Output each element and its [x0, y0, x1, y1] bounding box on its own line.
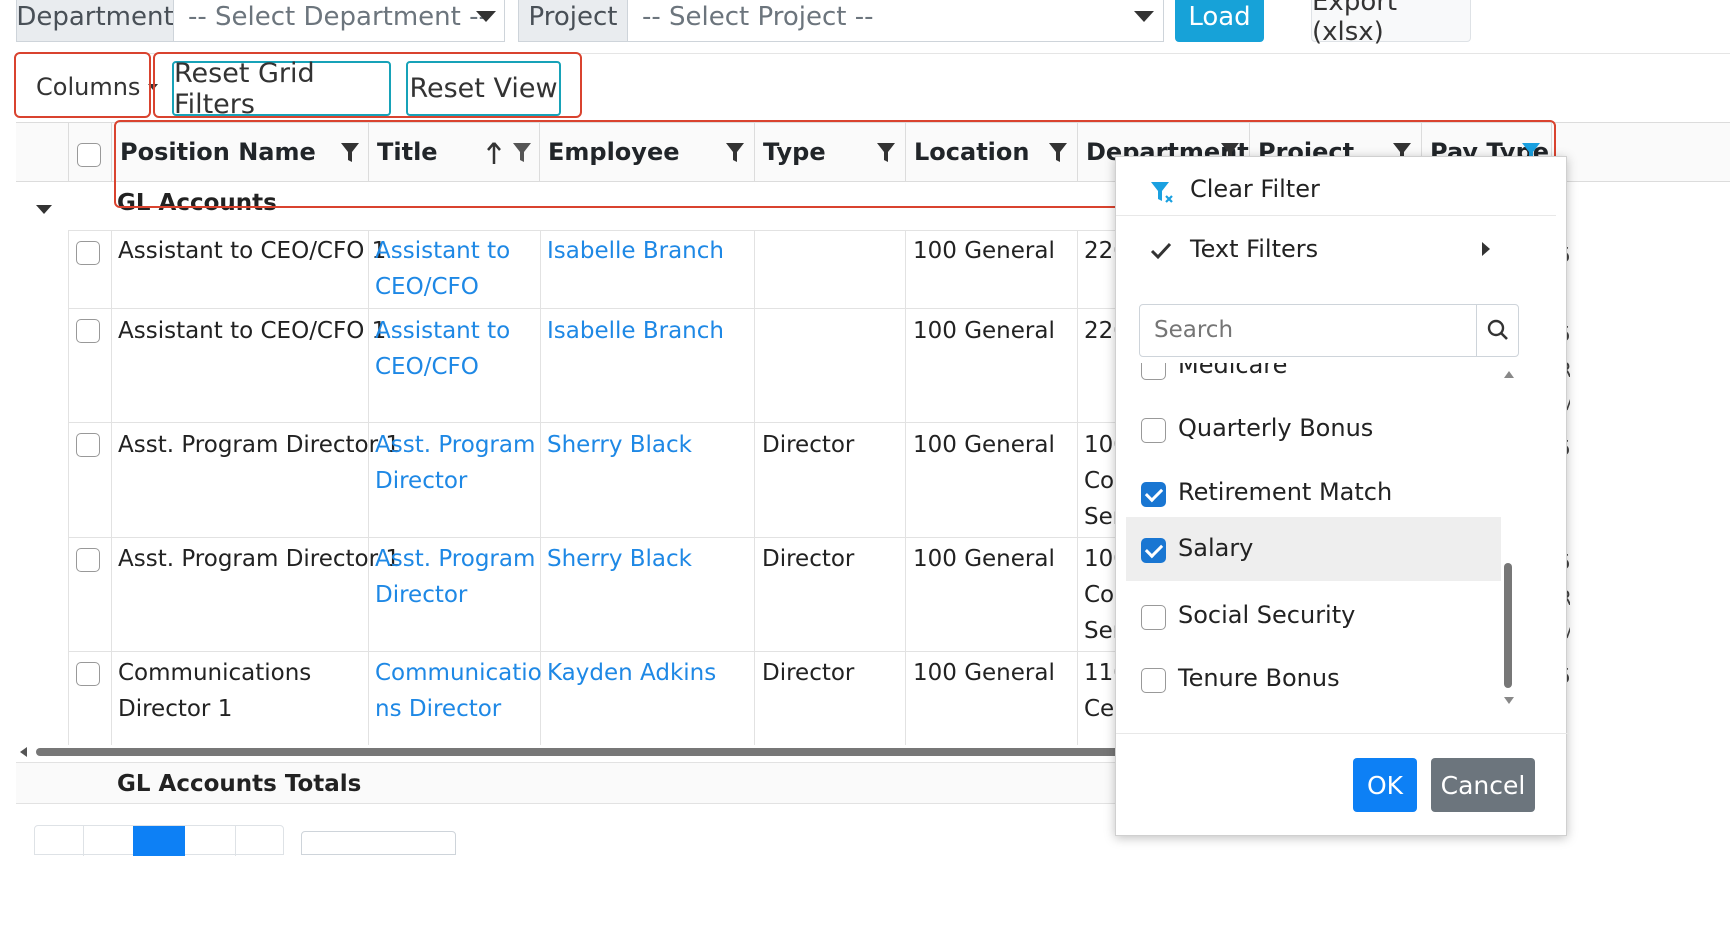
cell-type: Director: [762, 660, 855, 686]
cell-title-link[interactable]: Communicatio ns Director: [375, 655, 542, 727]
cell-employee-link[interactable]: Isabelle Branch: [547, 313, 724, 349]
ok-button[interactable]: OK: [1353, 758, 1417, 812]
search-button[interactable]: [1476, 305, 1520, 356]
filter-option[interactable]: Tenure Bonus: [1126, 653, 1506, 713]
row-checkbox[interactable]: [76, 433, 100, 457]
text-filters-label: Text Filters: [1190, 235, 1319, 263]
cell-employee-link[interactable]: Sherry Black: [547, 427, 692, 463]
filter-option[interactable]: Retirement Match: [1126, 465, 1506, 525]
columns-highlight: [14, 52, 151, 118]
cell-title-link[interactable]: Assistant to CEO/CFO: [375, 313, 510, 385]
option-label: Salary: [1178, 534, 1254, 562]
option-label: Retirement Match: [1178, 478, 1393, 506]
cell-position-name: Communications Director 1: [118, 660, 312, 722]
option-checkbox[interactable]: [1141, 538, 1166, 563]
row-checkbox[interactable]: [76, 241, 100, 265]
grid-header-select-all[interactable]: [68, 123, 112, 181]
option-checkbox[interactable]: [1141, 668, 1166, 693]
page-size-select[interactable]: [301, 831, 456, 855]
option-checkbox[interactable]: [1141, 482, 1166, 507]
cell-title-link[interactable]: Asst. Program Director: [375, 541, 535, 613]
cell-location: 100 General: [913, 546, 1055, 572]
export-button[interactable]: Export (xlsx): [1311, 0, 1471, 47]
cell-location: 100 General: [913, 432, 1055, 458]
cancel-button[interactable]: Cancel: [1431, 758, 1535, 812]
option-label: Tenure Bonus: [1178, 664, 1340, 692]
table-row[interactable]: Assistant to CEO/CFO 1 Assistant to CEO/C…: [68, 309, 1128, 422]
option-checkbox[interactable]: [1141, 418, 1166, 443]
vertical-scrollbar[interactable]: [1502, 367, 1516, 709]
cell-position-name: Assistant to CEO/CFO 1: [118, 318, 387, 344]
clear-filter-icon: [1151, 182, 1173, 203]
checkmark-icon: [1150, 242, 1172, 260]
select-all-checkbox[interactable]: [77, 143, 101, 167]
scrollbar-thumb[interactable]: [1504, 563, 1512, 688]
search-icon: [1487, 319, 1508, 340]
cell-employee-link[interactable]: Kayden Adkins: [547, 655, 716, 691]
chevron-down-icon: [476, 11, 496, 22]
filter-options-list[interactable]: Medicare Quarterly Bonus Retirement Matc…: [1126, 363, 1526, 713]
cell-title-link[interactable]: Asst. Program Director: [375, 427, 535, 499]
project-label: Project: [518, 0, 628, 42]
scroll-up-arrow-icon[interactable]: [1504, 371, 1514, 378]
row-checkbox[interactable]: [76, 548, 100, 572]
row-checkbox[interactable]: [76, 319, 100, 343]
table-row[interactable]: Assistant to CEO/CFO 1 Assistant to CEO/C…: [68, 231, 1128, 308]
filter-option-hovered[interactable]: Salary: [1126, 517, 1501, 581]
load-button[interactable]: Load: [1175, 0, 1264, 42]
group-collapse-icon[interactable]: [36, 205, 52, 214]
submenu-arrow-icon: [1482, 242, 1490, 256]
scroll-down-arrow-icon[interactable]: [1504, 697, 1514, 704]
filter-option[interactable]: Social Security: [1126, 591, 1506, 651]
menu-divider: [1116, 215, 1556, 216]
menu-divider: [1116, 733, 1568, 734]
cell-position-name: Asst. Program Director 1: [118, 546, 401, 572]
horizontal-scrollbar[interactable]: [16, 745, 1126, 759]
row-checkbox[interactable]: [76, 662, 100, 686]
pager-divider: [83, 826, 84, 856]
table-row[interactable]: Asst. Program Director 1 Asst. Program Di…: [68, 538, 1128, 651]
totals-row: GL Accounts Totals: [16, 762, 1116, 804]
cell-location: 100 General: [913, 660, 1055, 686]
department-label: Department: [16, 0, 174, 42]
cell-location: 100 General: [913, 238, 1055, 264]
scroll-left-arrow-icon[interactable]: [20, 747, 27, 757]
department-select[interactable]: -- Select Department --: [173, 0, 505, 42]
cell-type: Director: [762, 432, 855, 458]
text-filters-item[interactable]: Text Filters: [1116, 229, 1556, 273]
chevron-down-icon: [1134, 11, 1154, 22]
project-select-value: -- Select Project --: [642, 2, 874, 32]
pager[interactable]: [34, 825, 284, 856]
option-checkbox[interactable]: [1141, 605, 1166, 630]
cell-position-name: Asst. Program Director 1: [118, 432, 401, 458]
option-label: Medicare: [1178, 363, 1288, 379]
option-label: Social Security: [1178, 601, 1356, 629]
cell-position-name: Assistant to CEO/CFO 1: [118, 238, 387, 264]
pager-divider: [235, 826, 236, 856]
cell-type: Director: [762, 546, 855, 572]
filter-search-input[interactable]: [1140, 305, 1470, 354]
cell-title-link[interactable]: Assistant to CEO/CFO: [375, 233, 510, 305]
filter-search-box[interactable]: [1139, 304, 1519, 357]
cell-employee-link[interactable]: Sherry Black: [547, 541, 692, 577]
pager-page-active[interactable]: [133, 826, 185, 856]
option-checkbox[interactable]: [1141, 363, 1166, 380]
reset-buttons-highlight: [153, 52, 582, 118]
cell-location: 100 General: [913, 318, 1055, 344]
filter-option[interactable]: Medicare: [1126, 363, 1506, 397]
clear-filter-label: Clear Filter: [1190, 175, 1320, 203]
totals-label: GL Accounts Totals: [117, 771, 362, 797]
filter-menu-popup: Clear Filter Text Filters Medicare Quart…: [1115, 156, 1568, 836]
department-select-value: -- Select Department --: [188, 2, 488, 32]
filter-option[interactable]: Quarterly Bonus: [1126, 401, 1506, 461]
cell-employee-link[interactable]: Isabelle Branch: [547, 233, 724, 269]
table-row[interactable]: Communications Director 1 Communicatio ns …: [68, 652, 1128, 745]
scrollbar-thumb[interactable]: [36, 748, 1126, 756]
project-select[interactable]: -- Select Project --: [627, 0, 1164, 42]
clear-filter-item[interactable]: Clear Filter: [1116, 167, 1556, 213]
option-label: Quarterly Bonus: [1178, 414, 1374, 442]
table-row[interactable]: Asst. Program Director 1 Asst. Program Di…: [68, 423, 1128, 537]
